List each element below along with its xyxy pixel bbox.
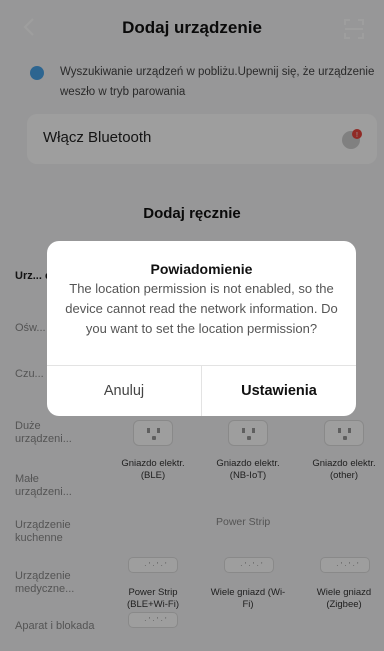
dialog-actions: Anuluj Ustawienia [47, 365, 356, 416]
cancel-button[interactable]: Anuluj [47, 366, 201, 416]
settings-button[interactable]: Ustawienia [202, 366, 356, 416]
dialog-title: Powiadomienie [150, 261, 253, 277]
dialog-message: The location permission is not enabled, … [65, 281, 338, 336]
permission-dialog: Powiadomienie The location permission is… [47, 241, 356, 416]
